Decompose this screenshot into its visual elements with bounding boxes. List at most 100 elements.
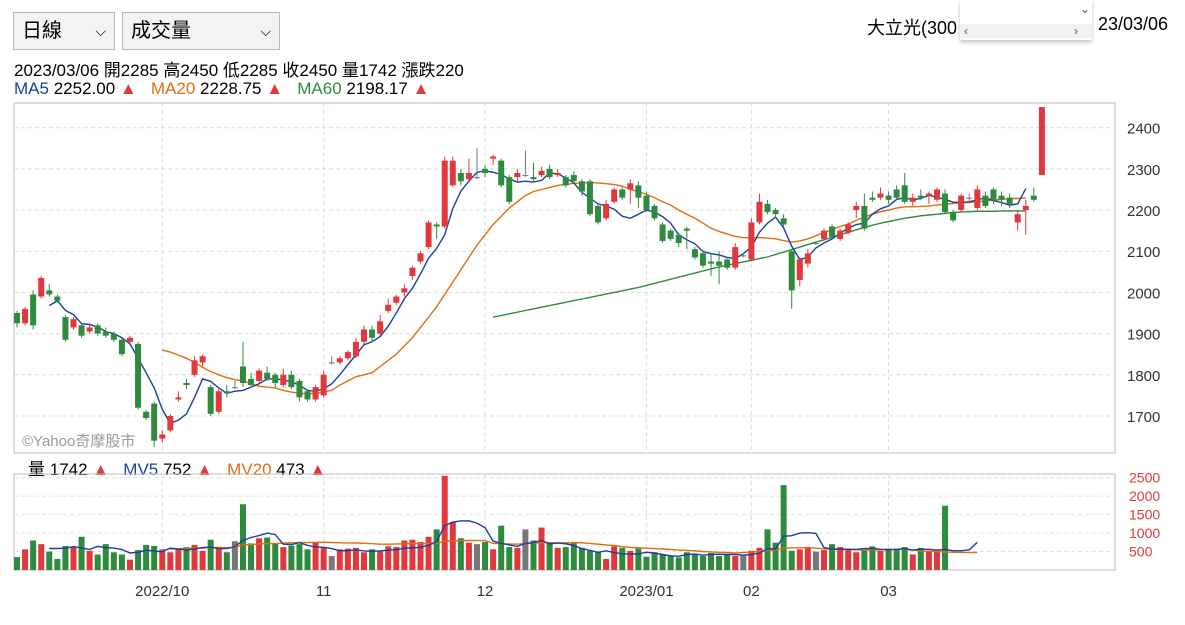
candle-body	[449, 160, 456, 186]
volume-bar	[506, 547, 513, 570]
candle-body	[312, 387, 319, 400]
volume-bar	[788, 550, 795, 570]
volume-bar	[449, 522, 456, 570]
volume-bar	[780, 485, 787, 570]
volume-bar	[110, 552, 117, 570]
volume-bar	[562, 547, 569, 570]
candle-body	[441, 160, 448, 227]
candle-body	[829, 226, 836, 237]
candle-body	[837, 230, 844, 239]
candle-body	[328, 362, 335, 364]
volume-bar	[473, 544, 480, 570]
volume-bar	[724, 554, 731, 570]
candle-body	[619, 189, 626, 198]
candle-body	[651, 205, 658, 219]
candle-body	[635, 185, 642, 198]
candle-body	[925, 193, 932, 196]
candle-body	[473, 177, 480, 179]
stock-chart[interactable]: 2400 2300 2200 2100 2000 1900 1800 1700 2500 2000…	[0, 0, 1185, 625]
candle-body	[207, 387, 214, 414]
candle-body	[586, 181, 593, 215]
candle-body	[498, 160, 505, 186]
candle-body	[950, 212, 957, 221]
volume-bar	[643, 556, 650, 570]
volume-bar	[272, 543, 279, 570]
volume-bar	[70, 547, 77, 570]
volume-bar	[740, 555, 747, 570]
candle-body	[748, 222, 755, 260]
candle-body	[264, 372, 271, 379]
volume-bar	[796, 549, 803, 570]
candle-body	[1014, 214, 1021, 223]
candle-body	[118, 339, 125, 355]
volume-bar	[708, 553, 715, 570]
volume-bar	[522, 529, 529, 570]
candle-body	[627, 183, 634, 190]
candle-body	[659, 224, 666, 241]
candle-body	[853, 205, 860, 211]
volume-bar	[933, 550, 940, 570]
volume-bar	[175, 549, 182, 570]
candle-body	[239, 366, 246, 383]
volume-tick-label: 1500	[1129, 507, 1160, 523]
volume-bar	[46, 551, 53, 570]
candle-body	[30, 294, 37, 326]
volume-bar	[223, 552, 230, 570]
candle-body	[215, 391, 222, 412]
candle-body	[385, 304, 392, 311]
volume-bar	[344, 548, 351, 570]
volume-bar	[22, 549, 29, 570]
date-tick-label: 2023/01	[619, 583, 673, 600]
price-tick-label: 2000	[1127, 285, 1160, 302]
volume-bar	[256, 538, 263, 570]
candle-body	[570, 175, 577, 182]
candle-body	[199, 356, 206, 363]
candle-body	[724, 259, 731, 268]
candle-body	[482, 168, 489, 173]
candle-body	[280, 374, 287, 386]
candle-body	[1038, 107, 1045, 176]
volume-bar	[151, 546, 158, 570]
volume-bar	[877, 550, 884, 570]
volume-bar	[215, 547, 222, 570]
candle-body	[901, 185, 908, 202]
candle-body	[425, 222, 432, 248]
candle-body	[804, 253, 811, 264]
candle-body	[102, 331, 109, 336]
candle-body	[667, 230, 674, 239]
candle-body	[990, 189, 997, 200]
date-tick-label: 11	[316, 583, 332, 600]
volume-bar	[288, 545, 295, 570]
candle-body	[966, 197, 973, 199]
volume-bar	[38, 544, 45, 570]
candle-body	[344, 352, 351, 359]
candle-body	[110, 333, 117, 340]
price-tick-label: 2100	[1127, 244, 1160, 261]
candle-body	[191, 360, 198, 375]
candle-body	[982, 195, 989, 206]
candle-body	[595, 205, 602, 223]
price-tick-label: 2200	[1127, 203, 1160, 220]
candle-body	[304, 391, 311, 400]
volume-bar	[812, 551, 819, 570]
volume-bar	[94, 554, 101, 570]
candle-body	[377, 321, 384, 334]
candle-body	[361, 329, 368, 342]
candle-body	[126, 337, 133, 342]
volume-bar	[143, 544, 150, 570]
volume-bar	[603, 558, 610, 570]
candle-body	[611, 189, 618, 202]
volume-bar	[377, 551, 384, 570]
candle-body	[522, 175, 529, 177]
volume-bar	[635, 548, 642, 570]
volume-bar	[651, 552, 658, 570]
candle-body	[256, 370, 263, 381]
candle-body	[167, 415, 174, 431]
volume-bar	[239, 504, 246, 570]
candle-body	[94, 325, 101, 334]
volume-bar	[126, 559, 133, 570]
candle-body	[433, 224, 440, 227]
candle-body	[732, 247, 739, 268]
candle-body	[223, 391, 230, 394]
ma20-line	[162, 181, 1026, 395]
